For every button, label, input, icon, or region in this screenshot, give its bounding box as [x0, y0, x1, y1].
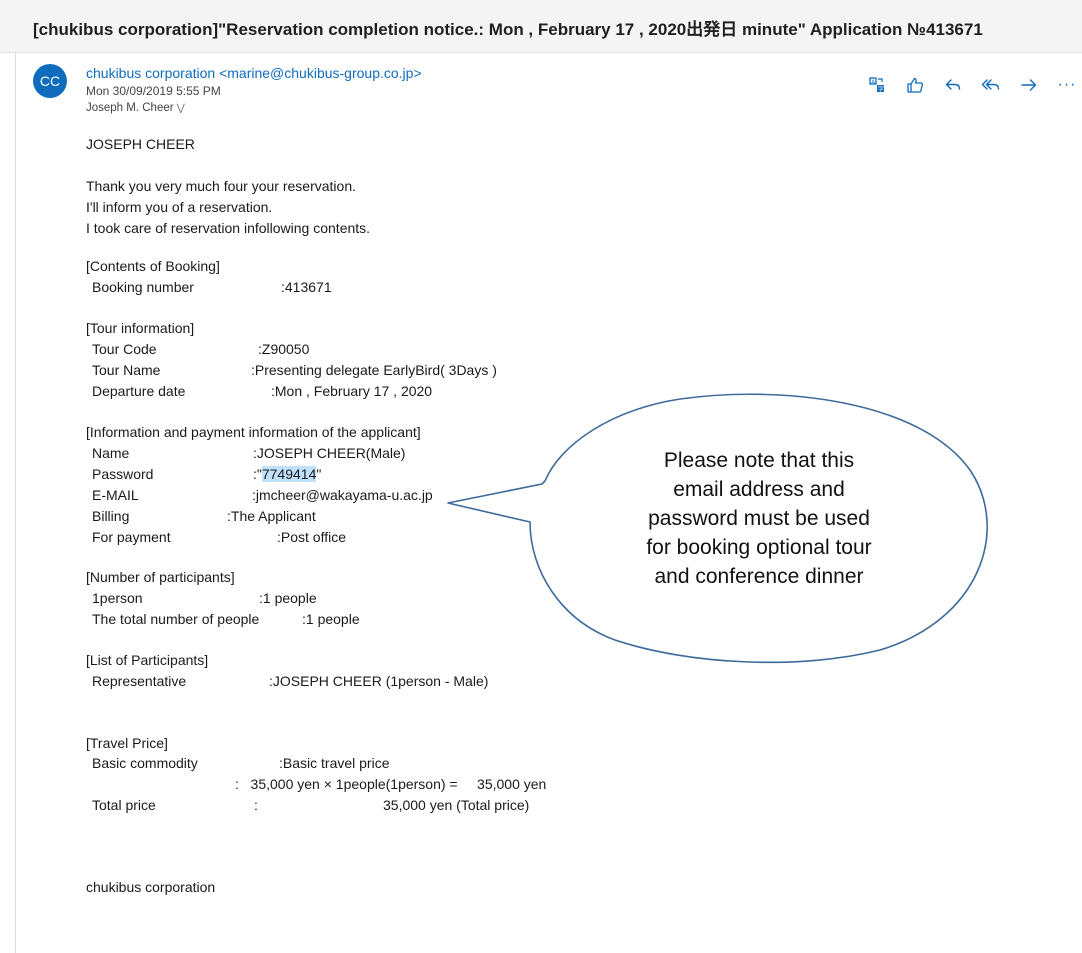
basic-commodity-value: :Basic travel price: [279, 755, 390, 771]
tour-code-value: :Z90050: [258, 341, 310, 357]
participants-total-value: :1 people: [302, 611, 360, 627]
sender-name[interactable]: chukibus corporation <marine@chukibus-gr…: [86, 65, 422, 81]
callout-line-4: for booking optional tour: [646, 536, 872, 559]
callout-text: Please note that this email address and …: [600, 446, 918, 591]
participants-person-value: :1 people: [259, 590, 317, 606]
total-price-label: Total price: [92, 797, 156, 813]
payment-value: :Post office: [277, 529, 347, 545]
sender-avatar[interactable]: CC: [33, 64, 67, 98]
svg-text:字: 字: [878, 85, 884, 93]
like-icon[interactable]: [902, 72, 928, 98]
representative-value: :JOSEPH CHEER (1person - Male): [269, 673, 489, 689]
message-actions: A字 ···: [864, 72, 1080, 98]
signature: chukibus corporation: [86, 879, 216, 895]
chevron-down-icon[interactable]: ⋁: [177, 103, 185, 114]
email-label: E-MAIL: [92, 487, 139, 503]
booking-header: [Contents of Booking]: [86, 258, 220, 274]
participants-total-label: The total number of people: [92, 611, 260, 627]
recipient-name: Joseph M. Cheer: [86, 102, 174, 114]
password-prefix: :": [253, 466, 262, 482]
tour-code-label: Tour Code: [92, 341, 157, 357]
participants-header: [Number of participants]: [86, 569, 235, 585]
total-price-value: 35,000 yen (Total price): [383, 797, 530, 813]
participants-list-header: [List of Participants]: [86, 652, 209, 668]
greeting: JOSEPH CHEER: [86, 136, 195, 152]
basic-commodity-label: Basic commodity: [92, 755, 198, 771]
translate-icon[interactable]: A字: [864, 72, 890, 98]
tour-header: [Tour information]: [86, 320, 195, 336]
billing-label: Billing: [92, 508, 130, 524]
total-price-colon: :: [254, 797, 258, 813]
payment-label: For payment: [92, 529, 171, 545]
callout-line-3: password must be used: [648, 507, 870, 530]
password-label: Password: [92, 466, 154, 482]
booking-number-value: :413671: [281, 279, 332, 295]
billing-value: :The Applicant: [227, 508, 316, 524]
intro-line-3: I took care of reservation infollowing c…: [86, 220, 371, 236]
name-value: :JOSEPH CHEER(Male): [253, 445, 406, 461]
callout-line-5: and conference dinner: [654, 565, 864, 588]
departure-date-value: :Mon , February 17 , 2020: [271, 383, 433, 399]
travel-price-header: [Travel Price]: [86, 735, 168, 751]
callout-line-1: Please note that this: [663, 449, 855, 472]
booking-number-label: Booking number: [92, 279, 194, 295]
more-icon[interactable]: ···: [1054, 72, 1080, 98]
departure-date-label: Departure date: [92, 383, 186, 399]
reply-icon[interactable]: [940, 72, 966, 98]
password-value-line: :"7749414": [253, 466, 321, 482]
intro-line-2: I'll inform you of a reservation.: [86, 199, 273, 215]
price-calculation: : 35,000 yen × 1people(1person) = 35,000…: [235, 776, 547, 792]
tour-name-label: Tour Name: [92, 362, 161, 378]
svg-text:A: A: [871, 79, 875, 85]
password-value[interactable]: 7749414: [261, 466, 317, 482]
sent-date: Mon 30/09/2019 5:55 PM: [86, 84, 221, 98]
email-subject: [chukibus corporation]"Reservation compl…: [33, 20, 983, 39]
password-suffix: ": [316, 466, 322, 482]
applicant-header: [Information and payment information of …: [86, 424, 421, 440]
subject-bar: [chukibus corporation]"Reservation compl…: [0, 0, 1082, 53]
forward-icon[interactable]: [1016, 72, 1042, 98]
callout-line-2: email address and: [673, 478, 845, 501]
participants-person-label: 1person: [92, 590, 143, 606]
email-value[interactable]: :jmcheer@wakayama-u.ac.jp: [252, 487, 433, 503]
name-label: Name: [92, 445, 130, 461]
reply-all-icon[interactable]: [978, 72, 1004, 98]
representative-label: Representative: [92, 673, 187, 689]
recipient-line[interactable]: Joseph M. Cheer ⋁: [86, 102, 185, 114]
intro-line-1: Thank you very much four your reservatio…: [86, 178, 357, 194]
tour-name-value: :Presenting delegate EarlyBird( 3Days ): [251, 362, 497, 378]
reading-pane-border: [15, 52, 16, 953]
